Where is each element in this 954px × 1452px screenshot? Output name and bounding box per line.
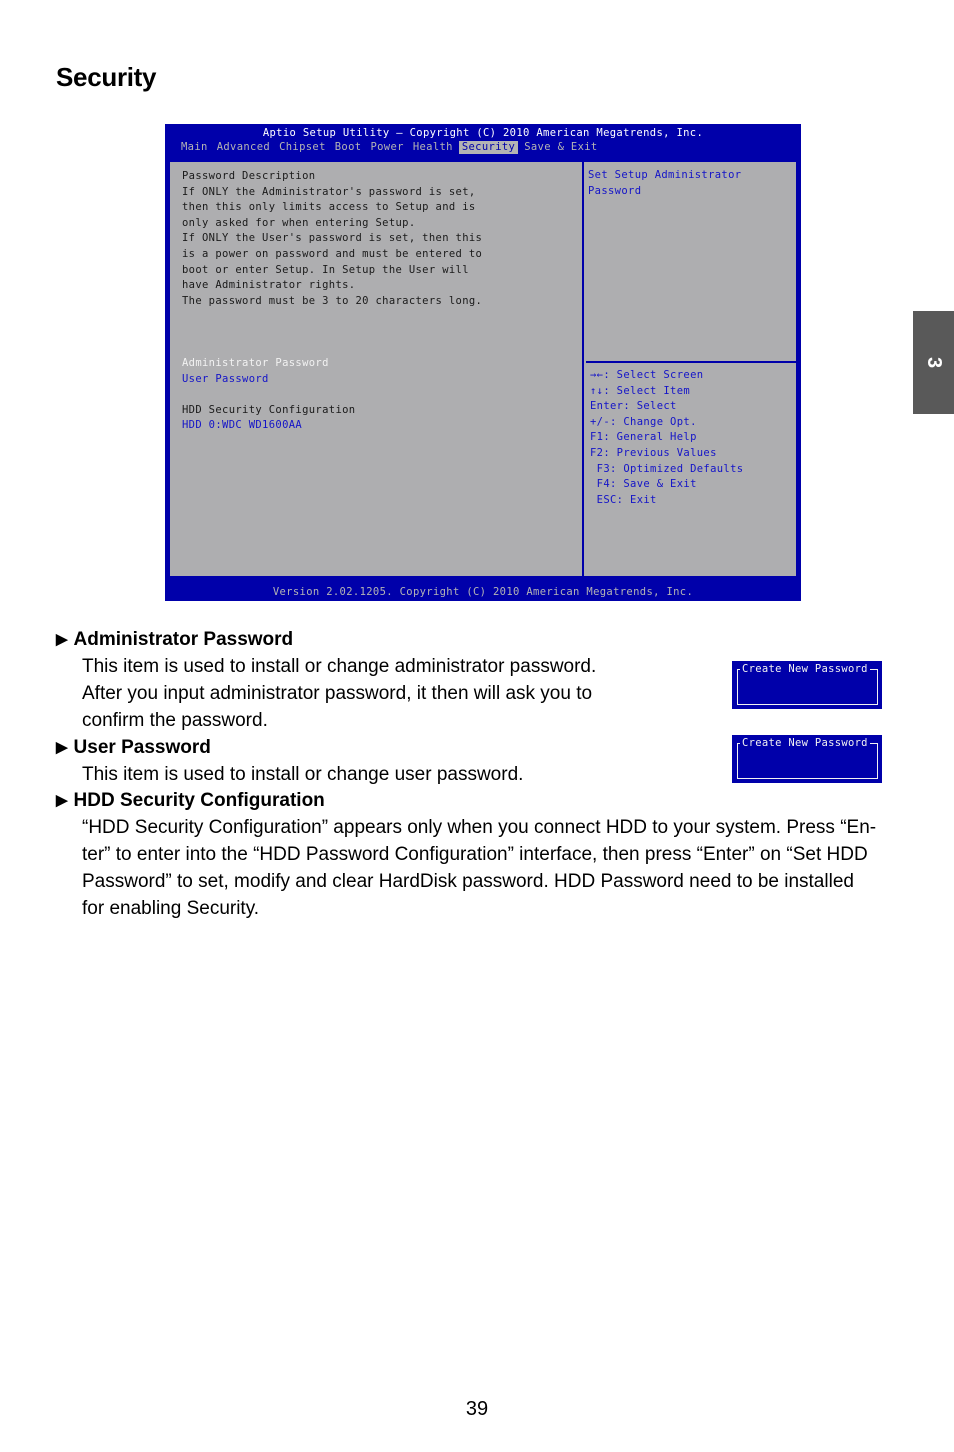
- description-line: Password Description: [182, 170, 316, 182]
- section-heading: User Password: [73, 737, 211, 758]
- password-description: Password Description If ONLY the Adminis…: [182, 169, 482, 309]
- key-help: →←: Select Screen ↑↓: Select Item Enter:…: [590, 368, 743, 508]
- key-help-f2: F2: Previous Values: [590, 446, 717, 459]
- key-help-f4: F4: Save & Exit: [590, 478, 697, 491]
- bios-tab-boot[interactable]: Boot: [332, 141, 365, 154]
- description-line: only asked for when entering Setup.: [182, 216, 416, 229]
- chapter-number: 3: [923, 356, 945, 369]
- page-number: 39: [465, 1398, 489, 1420]
- hdd-security-heading: HDD Security Configuration: [182, 403, 356, 416]
- menu-item-administrator-password[interactable]: Administrator Password: [182, 356, 355, 372]
- key-help-enter: Enter: Select: [590, 400, 677, 413]
- key-help-select-item: ↑↓: Select Item: [590, 384, 691, 397]
- bios-tab-security[interactable]: Security: [458, 141, 519, 154]
- menu-item-hdd-device[interactable]: HDD 0:WDC WD1600AA: [182, 418, 355, 434]
- section-text-line: This item is used to install or change a…: [82, 656, 597, 677]
- bios-main-panel: Password Description If ONLY the Adminis…: [170, 162, 584, 576]
- key-help-select-screen: →←: Select Screen: [590, 369, 704, 381]
- section-text-line: “HDD Security Configuration” appears onl…: [82, 817, 877, 838]
- bios-tab-health[interactable]: Health: [410, 141, 456, 154]
- description-line: The password must be 3 to 20 characters …: [182, 294, 483, 307]
- dialog-title: Create New Password: [740, 662, 870, 676]
- section-user-password: ▶ User Password This item is used to ins…: [56, 734, 523, 788]
- bullet-arrow-icon: ▶: [56, 739, 68, 756]
- bios-tab-main[interactable]: Main: [178, 141, 211, 154]
- bios-tab-advanced[interactable]: Advanced: [214, 141, 273, 154]
- bios-tab-power[interactable]: Power: [367, 141, 406, 154]
- create-user-password-dialog: Create New Password: [732, 735, 882, 783]
- bios-tab-chipset[interactable]: Chipset: [276, 141, 329, 154]
- bullet-arrow-icon: ▶: [56, 792, 68, 809]
- bios-screenshot: Aptio Setup Utility – Copyright (C) 2010…: [165, 124, 801, 601]
- section-hdd-security: ▶ HDD Security Configuration “HDD Securi…: [56, 787, 876, 922]
- bullet-arrow-icon: ▶: [56, 631, 68, 648]
- chapter-tab: 3: [913, 311, 954, 414]
- key-help-f1: F1: General Help: [590, 431, 697, 444]
- section-text-line: This item is used to install or change u…: [82, 764, 524, 785]
- section-heading: Administrator Password: [73, 629, 294, 650]
- bios-body: Password Description If ONLY the Adminis…: [168, 160, 798, 578]
- security-menu: Administrator Password User Password HDD…: [182, 356, 355, 434]
- section-administrator-password: ▶ Administrator Password This item is us…: [56, 626, 596, 734]
- section-heading: HDD Security Configuration: [73, 790, 325, 811]
- key-help-change-opt: +/-: Change Opt.: [590, 415, 697, 428]
- help-line: Password: [588, 184, 642, 197]
- page-title: Security: [56, 62, 157, 92]
- section-text-line: Password” to set, modify and clear HardD…: [82, 871, 854, 892]
- item-help: Set Setup Administrator Password: [588, 168, 741, 199]
- bios-help-panel: Set Setup Administrator Password →←: Sel…: [586, 162, 796, 576]
- description-line: have Administrator rights.: [182, 279, 356, 292]
- section-text-line: ter” to enter into the “HDD Password Con…: [82, 844, 868, 865]
- bios-title: Aptio Setup Utility – Copyright (C) 2010…: [262, 127, 704, 139]
- key-help-esc: ESC: Exit: [590, 493, 657, 506]
- section-text-line: confirm the password.: [82, 710, 268, 731]
- bios-tab-save-exit[interactable]: Save & Exit: [521, 141, 600, 154]
- description-line: If ONLY the User's password is set, then…: [182, 232, 483, 245]
- menu-item-user-password[interactable]: User Password: [182, 372, 355, 388]
- bios-tab-bar: Main Advanced Chipset Boot Power Health …: [178, 141, 604, 154]
- description-line: If ONLY the Administrator's password is …: [182, 185, 476, 198]
- dialog-title: Create New Password: [740, 736, 870, 750]
- bios-footer: Version 2.02.1205. Copyright (C) 2010 Am…: [272, 586, 694, 598]
- key-help-f3: F3: Optimized Defaults: [590, 462, 744, 475]
- description-line: boot or enter Setup. In Setup the User w…: [182, 263, 469, 276]
- help-line: Set Setup Administrator: [588, 169, 742, 181]
- section-text-line: for enabling Security.: [82, 898, 260, 919]
- create-admin-password-dialog: Create New Password: [732, 661, 882, 709]
- help-divider: [586, 361, 796, 363]
- description-line: then this only limits access to Setup an…: [182, 201, 476, 214]
- description-line: is a power on password and must be enter…: [182, 247, 483, 260]
- section-text-line: After you input administrator password, …: [82, 683, 593, 704]
